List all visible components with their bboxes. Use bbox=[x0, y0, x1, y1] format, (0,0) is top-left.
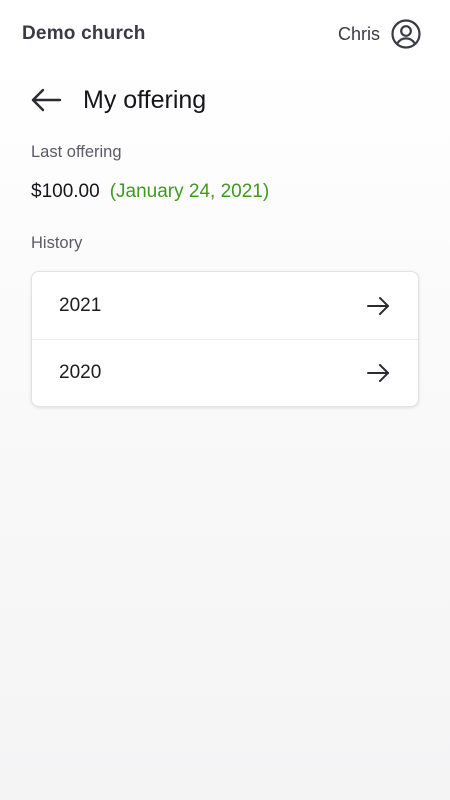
arrow-right-icon bbox=[365, 360, 391, 386]
history-list: 2021 2020 bbox=[31, 271, 419, 407]
user-name[interactable]: Chris bbox=[338, 24, 380, 45]
page-title: My offering bbox=[83, 85, 207, 114]
church-name: Demo church bbox=[22, 23, 146, 44]
last-offering-summary: $100.00 (January 24, 2021) bbox=[31, 181, 269, 203]
history-year: 2020 bbox=[59, 362, 102, 383]
user-circle-icon[interactable] bbox=[390, 18, 422, 50]
page-header: My offering bbox=[28, 80, 206, 120]
history-item-2020[interactable]: 2020 bbox=[32, 339, 418, 406]
history-item-2021[interactable]: 2021 bbox=[32, 272, 418, 339]
arrow-left-icon[interactable] bbox=[28, 82, 64, 118]
history-label: History bbox=[31, 234, 83, 252]
last-offering-amount: $100.00 bbox=[31, 181, 100, 202]
user-menu[interactable]: Chris bbox=[338, 18, 422, 50]
app-header: Demo church Chris bbox=[0, 0, 450, 68]
last-offering-date: (January 24, 2021) bbox=[109, 181, 270, 202]
history-year: 2021 bbox=[59, 294, 102, 316]
arrow-right-icon bbox=[365, 293, 391, 319]
last-offering-label: Last offering bbox=[31, 143, 122, 161]
